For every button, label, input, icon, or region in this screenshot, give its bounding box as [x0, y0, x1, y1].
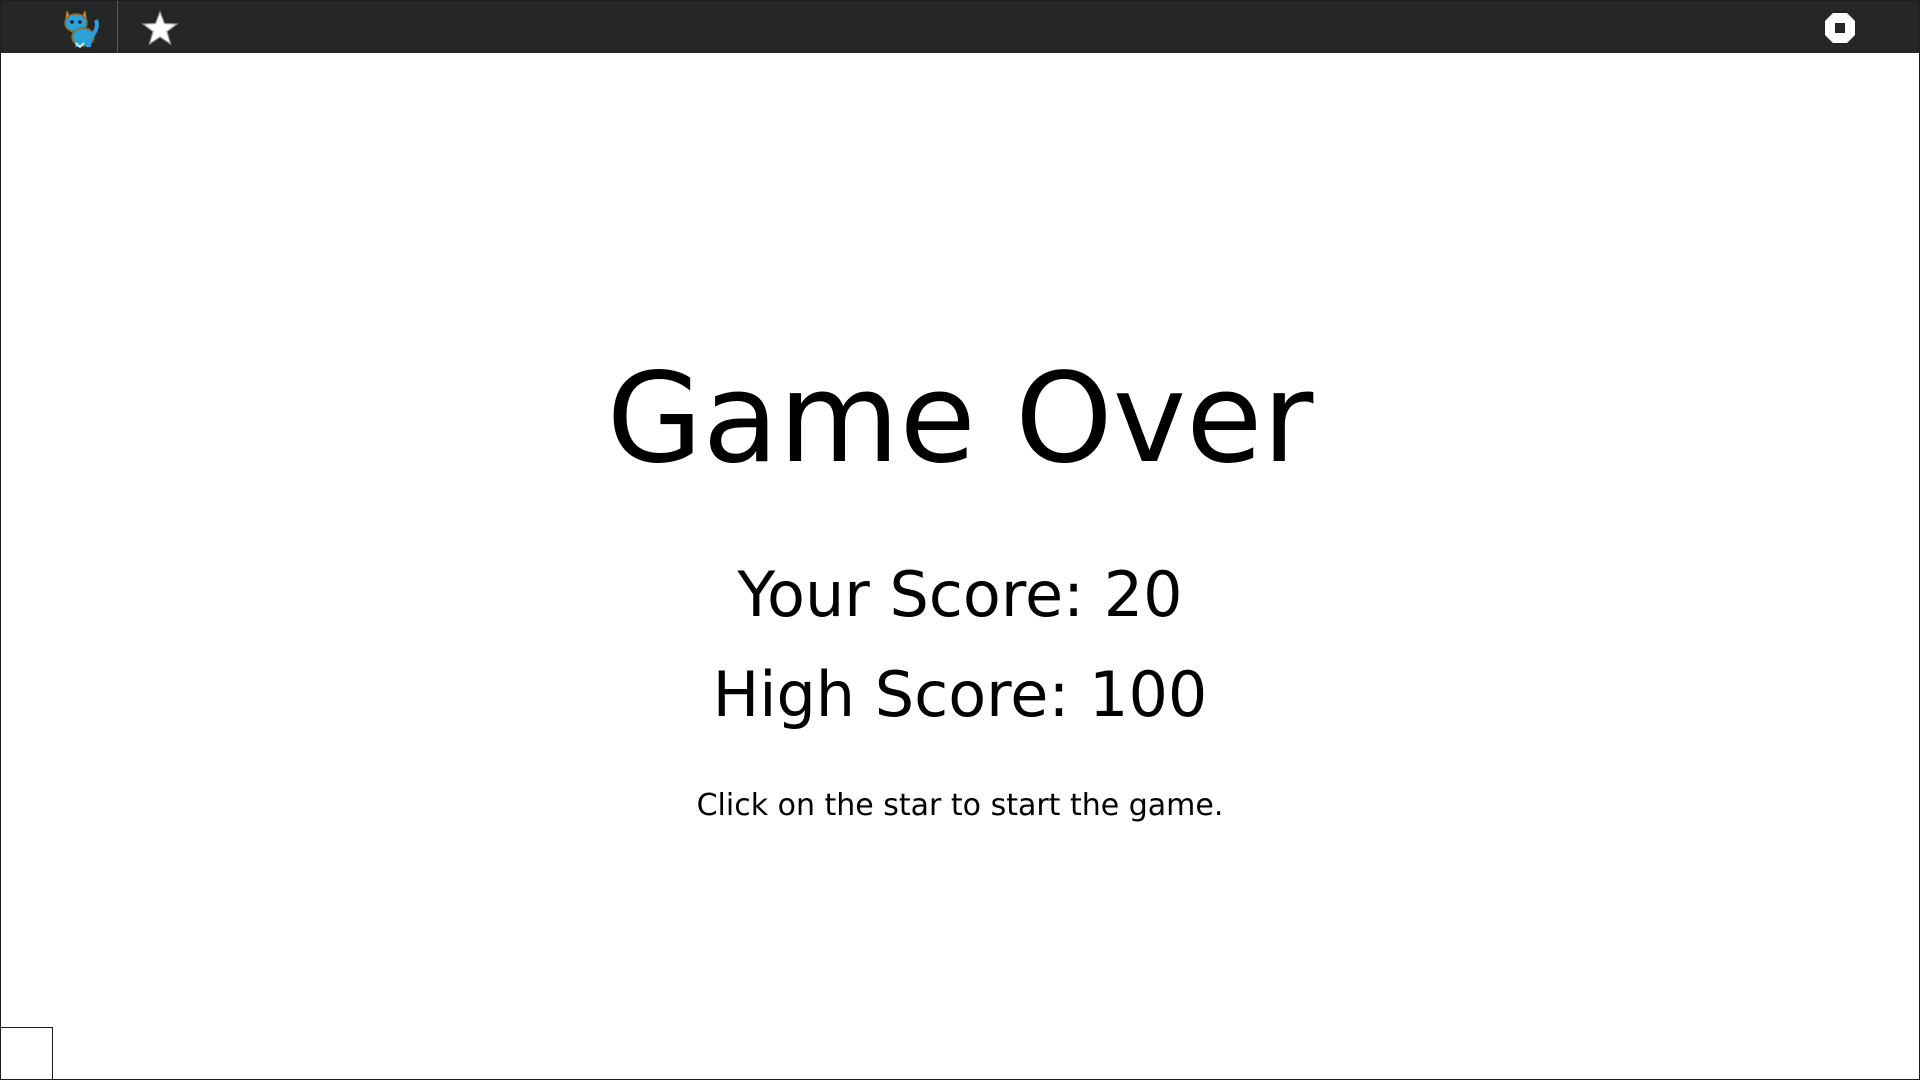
your-score-label: Your Score: 20 [737, 558, 1183, 631]
chevron-down-icon [75, 42, 85, 49]
game-over-title: Game Over [606, 347, 1314, 491]
game-stage: Game Over Your Score: 20 High Score: 100… [1, 53, 1919, 1079]
start-hint-text: Click on the star to start the game. [696, 788, 1224, 823]
sprite-selector-button[interactable] [1, 1, 118, 53]
star-icon[interactable] [141, 10, 179, 46]
stop-icon[interactable] [1823, 11, 1857, 45]
toolbar [1, 1, 1919, 53]
stage-corner-divider [1, 1027, 53, 1079]
high-score-label: High Score: 100 [712, 658, 1208, 731]
game-window: Game Over Your Score: 20 High Score: 100… [0, 0, 1920, 1080]
